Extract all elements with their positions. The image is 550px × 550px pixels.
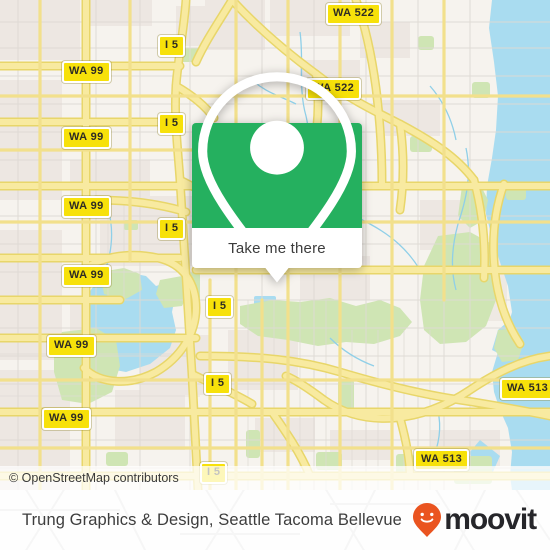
map-canvas[interactable]: WA 522 I 5 WA 99 WA 522 I 5 WA 99 WA 99 I 5 WA 9… bbox=[0, 0, 550, 490]
road-shield: WA 99 bbox=[62, 196, 111, 218]
road-shield: WA 99 bbox=[62, 61, 111, 83]
moovit-smiley-pin-icon bbox=[413, 503, 442, 537]
map-attribution: © OpenStreetMap contributors bbox=[0, 466, 550, 490]
attribution-text: © OpenStreetMap contributors bbox=[9, 471, 179, 485]
take-me-there-label: Take me there bbox=[228, 239, 326, 257]
popup-footer[interactable]: Take me there bbox=[192, 228, 362, 279]
popup-header bbox=[192, 71, 362, 283]
moovit-wordmark: moovit bbox=[444, 503, 537, 536]
location-popup[interactable]: Take me there bbox=[192, 71, 362, 283]
road-shield: WA 99 bbox=[62, 265, 111, 287]
caption-bar: Trung Graphics & Design, Seattle Tacoma … bbox=[0, 490, 550, 550]
road-shield: WA 99 bbox=[47, 335, 96, 357]
road-shield: WA 99 bbox=[42, 408, 91, 430]
road-shield: WA 99 bbox=[62, 127, 111, 149]
moovit-map-card: WA 522 I 5 WA 99 WA 522 I 5 WA 99 WA 99 I 5 WA 9… bbox=[0, 0, 550, 550]
road-shield: I 5 bbox=[158, 35, 186, 57]
road-shield: WA 513 bbox=[500, 378, 550, 400]
popup-pointer bbox=[266, 267, 288, 279]
moovit-logo[interactable]: moovit bbox=[412, 502, 537, 538]
map-pin-icon bbox=[198, 71, 356, 283]
place-caption: Trung Graphics & Design, Seattle Tacoma … bbox=[22, 510, 402, 529]
road-shield: I 5 bbox=[158, 218, 186, 240]
road-shield: I 5 bbox=[158, 113, 186, 135]
